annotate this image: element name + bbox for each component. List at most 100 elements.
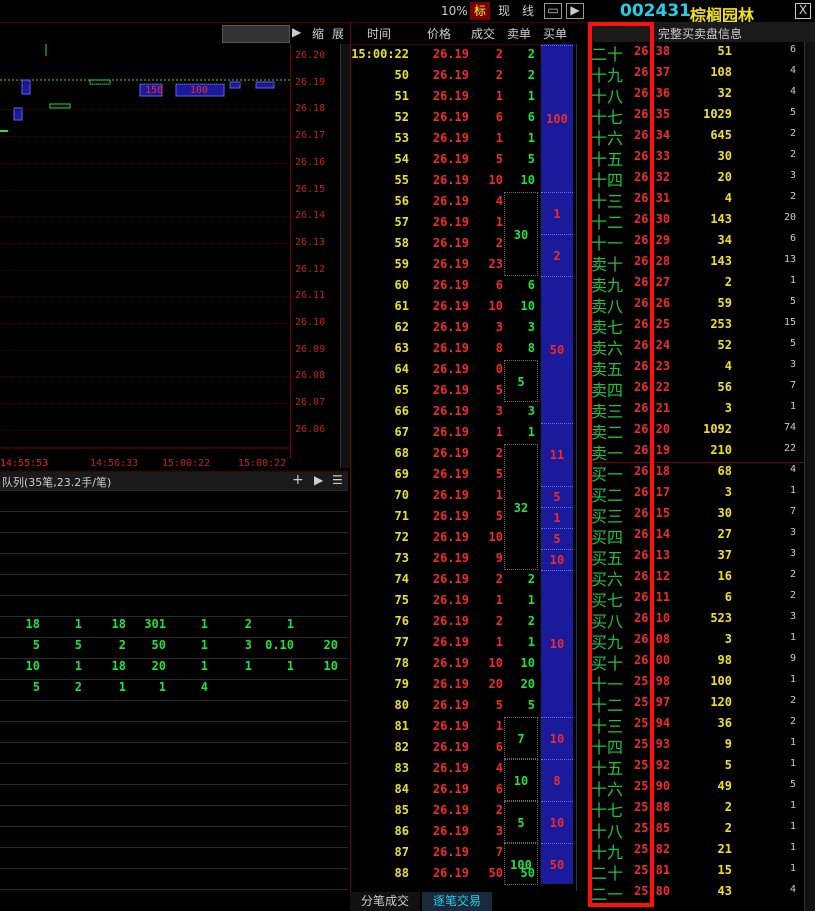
tick-sell: 3 xyxy=(527,404,535,418)
tick-volume: 50 xyxy=(488,866,503,880)
depth-count: 1 xyxy=(789,758,796,769)
tab-order-trades[interactable]: 逐笔交易 xyxy=(422,892,492,911)
tick-price: 26.19 xyxy=(432,257,469,271)
tick-time: 87 xyxy=(394,845,409,859)
chart-scroll-box[interactable] xyxy=(222,25,290,43)
buy-block: 50 xyxy=(541,843,573,886)
line-button[interactable]: 线 xyxy=(518,2,538,20)
tick-tabs: 分笔成交 逐笔交易 xyxy=(350,892,575,911)
tick-time: 51 xyxy=(394,89,409,103)
queue-cell: 0.10 xyxy=(265,638,294,652)
tick-time: 59 xyxy=(394,257,409,271)
expand-button[interactable]: 展 xyxy=(332,25,344,42)
tick-header: 时间 价格 成交 卖单 买单 xyxy=(351,22,576,45)
tick-volume: 1 xyxy=(495,425,503,439)
tick-time: 52 xyxy=(394,110,409,124)
y-tick: 26.06 xyxy=(295,423,326,435)
tick-volume: 3 xyxy=(495,824,503,838)
grid-line xyxy=(0,216,290,218)
queue-cell: 1 xyxy=(74,617,82,631)
tick-time: 64 xyxy=(394,362,409,376)
tick-time: 71 xyxy=(394,509,409,523)
queue-cell: 5 xyxy=(32,680,40,694)
tick-volume: 2 xyxy=(495,446,503,460)
col-sell: 卖单 xyxy=(507,27,532,41)
tick-sell: 2 xyxy=(527,47,535,61)
tick-volume: 8 xyxy=(495,341,503,355)
tick-price: 26.19 xyxy=(432,320,469,334)
tick-volume: 2 xyxy=(495,236,503,250)
tick-volume: 0 xyxy=(495,362,503,376)
col-time: 时间 xyxy=(367,27,392,41)
menu-icon[interactable]: ☰ xyxy=(332,473,343,487)
queue-cell: 3 xyxy=(244,638,252,652)
tick-volume: 6 xyxy=(495,740,503,754)
y-tick: 26.07 xyxy=(295,397,326,409)
y-tick: 26.12 xyxy=(295,263,326,275)
queue-cell: 1 xyxy=(200,659,208,673)
depth-scrollbar[interactable] xyxy=(804,42,815,911)
tick-time: 73 xyxy=(394,551,409,565)
row-divider xyxy=(0,742,348,743)
current-button[interactable]: 现 xyxy=(494,2,514,20)
tick-price: 26.19 xyxy=(432,467,469,481)
grid-line xyxy=(0,242,290,244)
queue-cell: 1 xyxy=(244,659,252,673)
queue-title: 队列(35笔,23.2手/笔) xyxy=(2,476,112,489)
tick-volume: 1 xyxy=(495,131,503,145)
depth-count: 5 xyxy=(789,296,796,307)
x-tick: 15:00:22 xyxy=(238,458,287,469)
shrink-button[interactable]: 缩 xyxy=(312,25,324,42)
depth-volume: 9 xyxy=(724,737,732,751)
tick-time: 53 xyxy=(394,131,409,145)
depth-count: 5 xyxy=(789,107,796,118)
queue-cell: 18 xyxy=(25,617,40,631)
depth-count: 13 xyxy=(783,254,796,265)
tick-volume: 4 xyxy=(495,194,503,208)
play-icon[interactable]: ▶ xyxy=(314,473,323,487)
tick-sell: 2 xyxy=(527,68,535,82)
tick-volume: 1 xyxy=(495,215,503,229)
depth-count: 2 xyxy=(789,590,796,601)
add-icon[interactable]: + xyxy=(292,472,304,488)
zoom-10-button[interactable]: 10% xyxy=(441,2,468,20)
collapse-icon[interactable]: ▶ xyxy=(566,3,584,19)
tick-sell: 1 xyxy=(527,131,535,145)
depth-volume: 2 xyxy=(724,800,732,814)
depth-volume: 20 xyxy=(717,170,732,184)
depth-volume: 52 xyxy=(717,338,732,352)
mark-button[interactable]: 标 xyxy=(470,2,490,20)
grid-line xyxy=(0,349,290,351)
tick-scrollbar[interactable] xyxy=(576,44,587,891)
queue-cell: 50 xyxy=(151,638,166,652)
row-divider xyxy=(0,889,348,890)
tab-tick-trades[interactable]: 分笔成交 xyxy=(350,892,420,911)
depth-count: 3 xyxy=(789,527,796,538)
window-icon[interactable]: ▭ xyxy=(544,3,562,19)
tick-volume: 5 xyxy=(495,698,503,712)
queue-cell: 1 xyxy=(158,680,166,694)
tick-price: 26.19 xyxy=(432,362,469,376)
queue-cell: 4 xyxy=(200,680,208,694)
tick-time: 77 xyxy=(394,635,409,649)
x-tick: 14:55:53 xyxy=(0,458,49,469)
depth-volume: 100 xyxy=(710,674,732,688)
tick-price: 26.19 xyxy=(432,593,469,607)
depth-count: 2 xyxy=(789,191,796,202)
depth-volume: 1029 xyxy=(703,107,732,121)
tick-price: 26.19 xyxy=(432,404,469,418)
tick-volume: 5 xyxy=(495,152,503,166)
chart-toolbar: ▶ 缩 展 xyxy=(0,22,348,44)
y-tick: 26.17 xyxy=(295,130,326,142)
depth-count: 3 xyxy=(789,170,796,181)
tick-sell: 2 xyxy=(527,572,535,586)
close-button[interactable]: X xyxy=(795,3,811,19)
tick-volume: 2 xyxy=(495,572,503,586)
depth-count: 2 xyxy=(789,716,796,727)
tick-price: 26.19 xyxy=(432,299,469,313)
depth-volume: 143 xyxy=(710,254,732,268)
queue-cell: 20 xyxy=(151,659,166,673)
play-icon[interactable]: ▶ xyxy=(292,25,301,39)
tick-time: 55 xyxy=(394,173,409,187)
tick-price: 26.19 xyxy=(432,173,469,187)
